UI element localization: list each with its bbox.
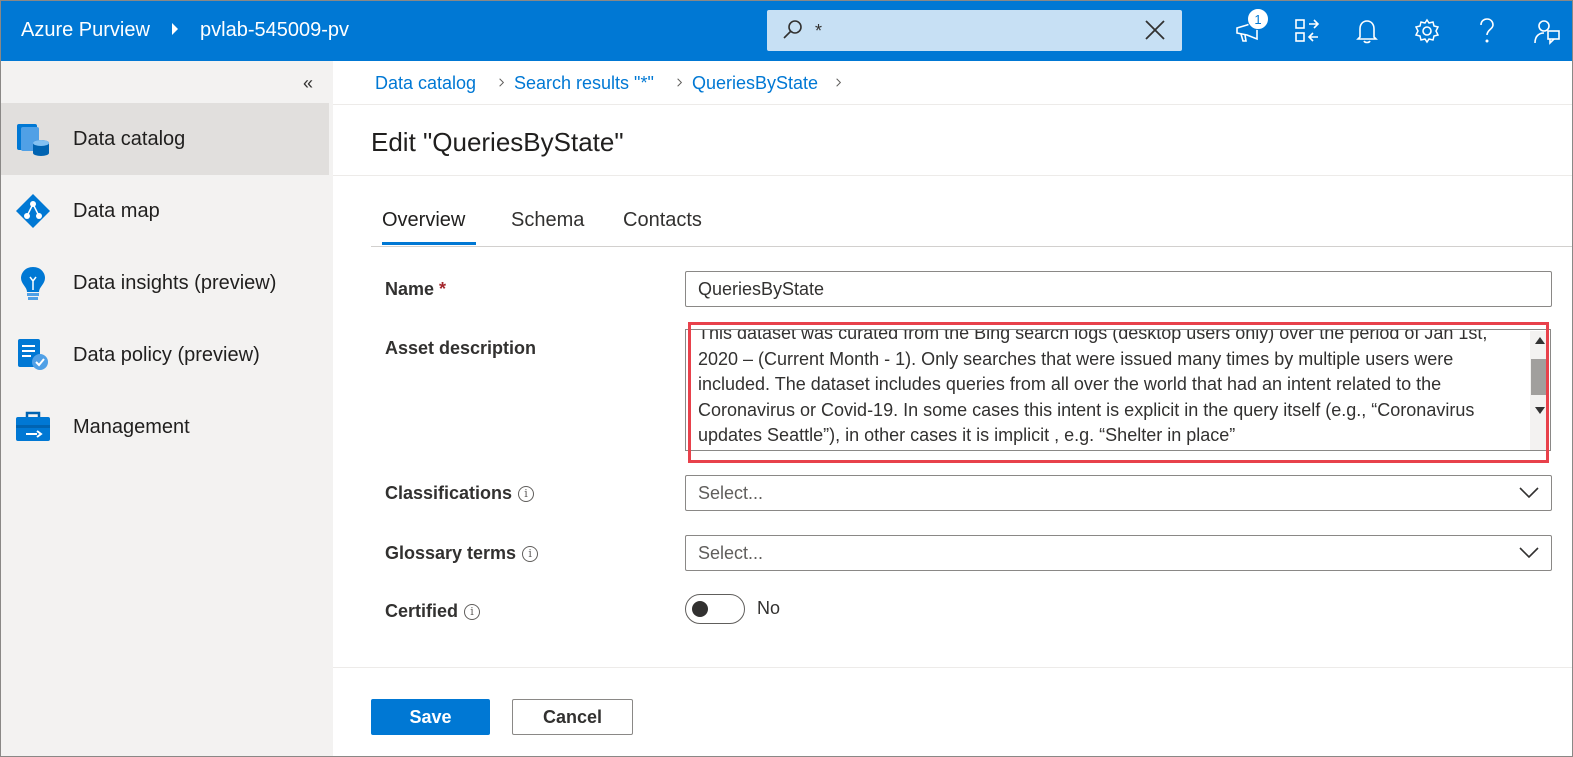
classifications-label-text: Classifications bbox=[385, 483, 513, 503]
chevron-right-icon bbox=[677, 78, 683, 87]
policy-icon bbox=[18, 339, 48, 370]
cancel-button[interactable]: Cancel bbox=[512, 699, 633, 735]
tab-contacts[interactable]: Contacts bbox=[623, 209, 702, 240]
breadcrumb-asset[interactable]: QueriesByState bbox=[692, 73, 818, 94]
top-bar: Azure Purview pvlab-545009-pv * 1 bbox=[1, 1, 1572, 61]
app-window: Azure Purview pvlab-545009-pv * 1 « Data… bbox=[0, 0, 1573, 757]
settings-button[interactable] bbox=[1411, 15, 1443, 47]
tab-overview[interactable]: Overview bbox=[382, 209, 465, 240]
chevron-down-icon bbox=[1519, 487, 1539, 499]
close-icon[interactable] bbox=[1143, 18, 1167, 42]
tab-bar: Overview Schema Contacts bbox=[371, 209, 1572, 247]
breadcrumb: Data catalog Search results "*" QueriesB… bbox=[333, 61, 1572, 105]
classifications-label: Classifications i bbox=[385, 483, 535, 504]
required-mark: * bbox=[439, 279, 447, 299]
chevron-down-icon bbox=[1519, 547, 1539, 559]
sidebar-item-data-map[interactable]: Data map bbox=[1, 175, 329, 247]
search-input[interactable]: * bbox=[815, 21, 822, 42]
certified-toggle-state: No bbox=[757, 598, 781, 618]
glossary-terms-label: Glossary terms i bbox=[385, 543, 539, 564]
name-field[interactable]: QueriesByState bbox=[685, 271, 1552, 307]
name-label-text: Name bbox=[385, 279, 435, 299]
sidebar-item-management[interactable]: Management bbox=[1, 391, 329, 463]
breadcrumb-search-results[interactable]: Search results "*" bbox=[514, 73, 654, 94]
divider bbox=[333, 667, 1572, 668]
sidebar-item-label: Data insights (preview) bbox=[73, 271, 277, 294]
toggle-knob bbox=[692, 601, 708, 617]
highlight-box bbox=[688, 322, 1549, 463]
data-catalog-icon bbox=[17, 124, 49, 156]
search-box[interactable]: * bbox=[767, 10, 1182, 51]
glossary-terms-dropdown[interactable]: Select... bbox=[685, 535, 1552, 571]
classifications-dropdown[interactable]: Select... bbox=[685, 475, 1552, 511]
asset-description-label: Asset description bbox=[385, 338, 537, 358]
active-tab-indicator bbox=[382, 242, 476, 245]
sidebar-item-data-insights[interactable]: Data insights (preview) bbox=[1, 247, 329, 319]
feedback-button[interactable] bbox=[1531, 15, 1563, 47]
brand-title[interactable]: Azure Purview bbox=[21, 19, 150, 42]
gear-icon bbox=[1414, 18, 1440, 44]
caret-right-icon bbox=[172, 23, 178, 35]
search-icon bbox=[783, 20, 802, 39]
notification-count-badge: 1 bbox=[1247, 8, 1269, 30]
collapse-sidebar-icon[interactable]: « bbox=[303, 73, 313, 94]
bell-icon bbox=[1356, 20, 1378, 44]
save-button[interactable]: Save bbox=[371, 699, 490, 735]
help-button[interactable] bbox=[1471, 15, 1503, 47]
chevron-right-icon bbox=[836, 78, 842, 87]
glossary-terms-placeholder: Select... bbox=[698, 543, 764, 563]
classifications-placeholder: Select... bbox=[698, 483, 764, 503]
switch-directory-icon bbox=[1295, 19, 1320, 42]
sidebar: « Data catalog Data map Data insights (p… bbox=[1, 61, 333, 756]
sidebar-item-label: Data policy (preview) bbox=[73, 343, 260, 366]
sidebar-item-label: Data catalog bbox=[73, 127, 186, 150]
directory-switch-button[interactable] bbox=[1291, 15, 1323, 47]
tab-schema[interactable]: Schema bbox=[511, 209, 584, 240]
breadcrumb-data-catalog[interactable]: Data catalog bbox=[375, 73, 476, 94]
info-icon[interactable]: i bbox=[522, 546, 539, 562]
sidebar-item-label: Management bbox=[73, 415, 190, 438]
divider bbox=[333, 175, 1572, 176]
info-icon[interactable]: i bbox=[464, 604, 481, 620]
help-icon bbox=[1480, 18, 1494, 43]
data-map-icon bbox=[16, 194, 50, 228]
certified-label: Certified i bbox=[385, 601, 481, 622]
name-label: Name * bbox=[385, 279, 446, 300]
certified-label-text: Certified bbox=[385, 601, 459, 621]
page-title: Edit "QueriesByState" bbox=[371, 127, 624, 157]
info-icon[interactable]: i bbox=[518, 486, 535, 502]
account-name[interactable]: pvlab-545009-pv bbox=[200, 19, 349, 42]
lightbulb-icon bbox=[21, 267, 45, 300]
feedback-person-icon bbox=[1534, 20, 1560, 45]
sidebar-item-label: Data map bbox=[73, 199, 160, 222]
name-field-value: QueriesByState bbox=[698, 279, 825, 299]
toolbox-icon bbox=[16, 411, 50, 441]
sidebar-item-data-catalog[interactable]: Data catalog bbox=[1, 103, 329, 175]
glossary-terms-label-text: Glossary terms bbox=[385, 543, 517, 563]
certified-toggle[interactable] bbox=[685, 594, 745, 624]
sidebar-item-data-policy[interactable]: Data policy (preview) bbox=[1, 319, 329, 391]
main-content: Data catalog Search results "*" QueriesB… bbox=[333, 61, 1572, 756]
notifications-button[interactable] bbox=[1351, 15, 1383, 47]
chevron-right-icon bbox=[499, 78, 505, 87]
